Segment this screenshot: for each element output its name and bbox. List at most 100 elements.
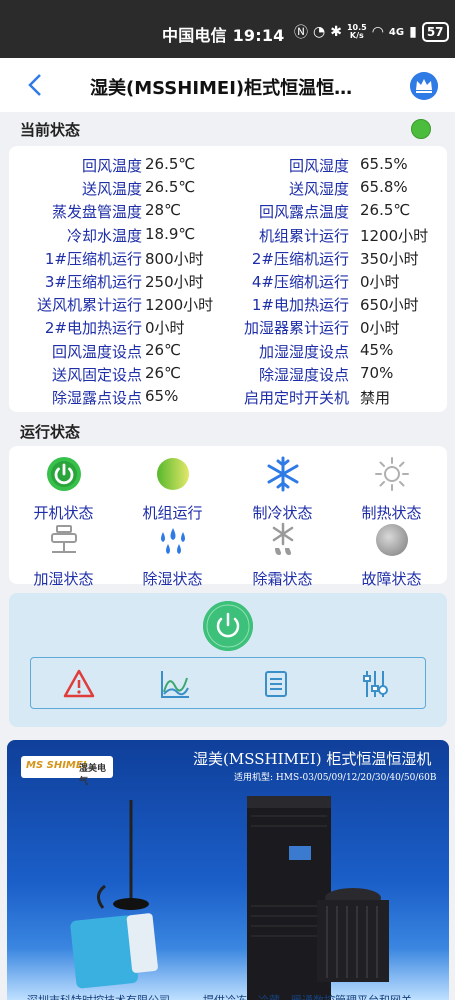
signal-icon: ▮ xyxy=(409,24,417,40)
status-value: 26℃ xyxy=(145,340,181,359)
status-label: 机组累计运行 xyxy=(258,226,349,245)
status-value: 250小时 xyxy=(145,273,204,291)
net-speed: 10.5 K/s xyxy=(346,23,367,40)
status-value: 0小时 xyxy=(145,319,185,338)
unit-running-icon xyxy=(156,458,189,490)
status-row: 冷却水温度 18.9℃ 机组累计运行 1200小时 xyxy=(9,222,447,245)
status-label: 送风温度 xyxy=(81,180,142,199)
status-value: 350小时 xyxy=(360,249,419,268)
status-label: 送风固定设点 xyxy=(51,365,142,384)
nfc-icon: Ⓝ xyxy=(294,25,308,41)
current-status-heading: 当前状态 xyxy=(20,121,81,139)
banner-title: 湿美(MSSHIMEI) 柜式恒温恒湿机 xyxy=(193,750,432,768)
status-row: 1#压缩机运行 800小时 2#压缩机运行 350小时 xyxy=(9,245,447,268)
run-status-heading: 运行状态 xyxy=(20,423,81,441)
defrost-icon xyxy=(272,522,293,555)
status-value: 65.8% xyxy=(360,178,408,197)
humidifier-icon xyxy=(50,525,77,553)
status-row: 除湿露点设点 65% 启用定时开关机 禁用 xyxy=(9,384,447,407)
status-value: 650小时 xyxy=(360,296,419,315)
status-value: 70% xyxy=(360,363,394,382)
status-value: 26.5℃ xyxy=(145,178,196,197)
status-label: 送风机累计运行 xyxy=(36,296,142,315)
status-label: 加湿湿度设点 xyxy=(258,342,349,361)
online-status-indicator xyxy=(411,119,431,139)
brand-logo: MS SHIMEI 湿美电气 xyxy=(21,756,113,787)
logo-brand-text: MS SHIMEI xyxy=(26,760,87,771)
status-label: 除湿湿度设点 xyxy=(258,365,349,384)
status-value: 1200小时 xyxy=(145,296,214,315)
run-status-cooling: 制冷状态 xyxy=(230,456,335,523)
status-row: 送风温度 26.5℃ 送风湿度 65.8% xyxy=(9,175,447,198)
status-label: 1#压缩机运行 xyxy=(44,249,142,268)
status-label: 启用定时开关机 xyxy=(243,389,349,407)
water-drops-icon xyxy=(160,528,185,554)
status-value: 26.5℃ xyxy=(145,155,196,173)
fault-indicator-icon xyxy=(375,524,408,556)
status-label: 回风温度设点 xyxy=(51,342,142,361)
function-toolbar xyxy=(30,657,426,709)
status-label: 蒸发盘管温度 xyxy=(51,203,142,222)
sun-icon xyxy=(374,457,409,491)
banner-footer-service: 提供冷冻、冷藏、暖通数控管理平台和网关 xyxy=(203,992,412,1000)
status-row: 3#压缩机运行 250小时 4#压缩机运行 0小时 xyxy=(9,268,447,291)
carrier-time: 中国电信 19:14 xyxy=(162,26,285,45)
status-value: 禁用 xyxy=(360,389,391,407)
banner-models: 适用机型: HMS-03/05/09/12/20/30/40/50/60B xyxy=(234,773,437,783)
status-value: 26.5℃ xyxy=(360,201,411,220)
run-status-label: 除霜状态 xyxy=(252,570,313,588)
status-label: 回风湿度 xyxy=(288,157,349,175)
current-status-card: 回风温度 26.5℃ 回风湿度 65.5% 送风温度 26.5℃ 送风湿度 65.8% 蒸发盘管… xyxy=(9,146,447,412)
banner-footer-company: 深圳市科特时控技术有限公司 xyxy=(27,992,170,1000)
status-row: 2#电加热运行 0小时 加湿器累计运行 0小时 xyxy=(9,314,447,337)
run-status-card: 开机状态 机组运行 制冷状态 制热状态 加湿状态 除湿状态 除霜状态 故障状态 xyxy=(9,446,447,588)
status-row: 回风温度设点 26℃ 加湿湿度设点 45% xyxy=(9,338,447,361)
alarm-warning-icon[interactable] xyxy=(63,668,95,700)
wifi-icon: ◠ xyxy=(371,24,384,40)
status-row: 回风温度 26.5℃ 回风湿度 65.5% xyxy=(9,152,447,175)
run-status-label: 制热状态 xyxy=(361,504,422,522)
run-status-power-on: 开机状态 xyxy=(11,456,116,523)
trend-chart-icon[interactable] xyxy=(159,668,191,700)
status-value: 0小时 xyxy=(360,319,400,338)
status-row: 送风固定设点 26℃ 除湿湿度设点 70% xyxy=(9,361,447,384)
product-banner[interactable]: MS SHIMEI 湿美电气 湿美(MSSHIMEI) 柜式恒温恒湿机 适用机型… xyxy=(7,740,449,1000)
status-label: 回风温度 xyxy=(81,157,142,175)
status-value: 1200小时 xyxy=(360,226,429,245)
power-button-icon[interactable] xyxy=(203,601,253,651)
back-arrow-icon[interactable] xyxy=(24,72,48,98)
page-title: 湿美(MSSHIMEI)柜式恒温恒… xyxy=(90,78,353,99)
status-value: 0小时 xyxy=(360,273,400,291)
status-value: 26℃ xyxy=(145,363,181,382)
crown-icon[interactable] xyxy=(410,72,438,100)
run-status-unit-running: 机组运行 xyxy=(120,456,225,523)
run-status-label: 除湿状态 xyxy=(142,570,203,588)
status-value: 800小时 xyxy=(145,249,204,268)
status-value: 28℃ xyxy=(145,201,181,220)
status-label: 加湿器累计运行 xyxy=(243,319,349,338)
bluetooth-icon: ✱ xyxy=(330,24,342,40)
control-panel xyxy=(9,593,447,727)
outdoor-unit-image xyxy=(317,888,389,982)
status-label: 冷却水温度 xyxy=(66,226,142,245)
status-label: 2#电加热运行 xyxy=(44,319,142,338)
status-label: 4#压缩机运行 xyxy=(251,273,349,291)
run-status-fault: 故障状态 xyxy=(339,522,444,589)
status-label: 送风湿度 xyxy=(288,180,349,199)
status-row: 送风机累计运行 1200小时 1#电加热运行 650小时 xyxy=(9,291,447,314)
status-label: 1#电加热运行 xyxy=(251,296,349,315)
dnd-icon: ◔ xyxy=(313,24,326,40)
system-status-bar: 中国电信 19:14 Ⓝ ◔ ✱ 10.5 K/s ◠ 4G ▮ 57 xyxy=(0,0,455,58)
run-status-label: 制冷状态 xyxy=(252,504,313,522)
log-list-icon[interactable] xyxy=(260,668,292,700)
settings-sliders-icon[interactable] xyxy=(359,668,391,700)
status-value: 65.5% xyxy=(360,155,408,173)
app-header: 湿美(MSSHIMEI)柜式恒温恒… xyxy=(0,58,455,112)
status-label: 回风露点温度 xyxy=(258,203,349,222)
logo-cn-text: 湿美电气 xyxy=(79,764,107,787)
network-type: 4G xyxy=(388,26,405,38)
status-label: 2#压缩机运行 xyxy=(251,249,349,268)
run-status-dehumidify: 除湿状态 xyxy=(120,522,225,589)
run-status-heating: 制热状态 xyxy=(339,456,444,523)
gateway-device-image xyxy=(70,800,158,989)
